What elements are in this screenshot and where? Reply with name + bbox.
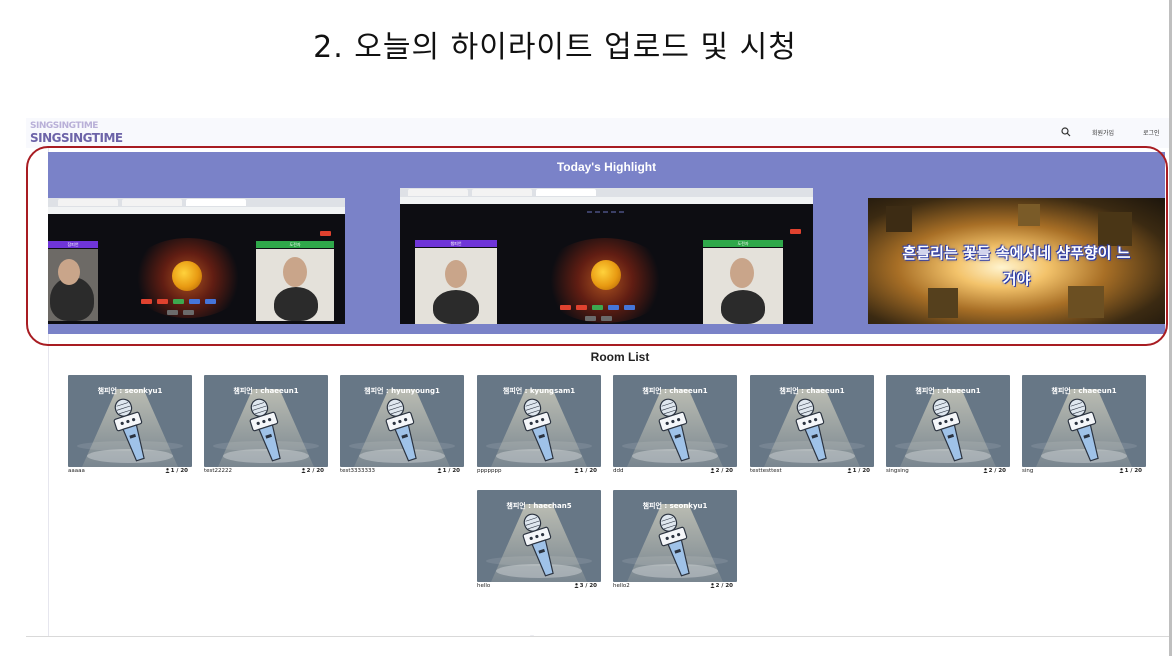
room-card[interactable]: 챔피언 : chaeeun1 sing 1 / 20 (1022, 375, 1146, 478)
room-count-text: 1 / 20 (170, 468, 188, 474)
room-thumbnail[interactable]: 챔피언 : chaeeun1 (613, 375, 737, 467)
microphone-icon (658, 513, 690, 577)
room-count-text: 2 / 20 (715, 583, 733, 589)
person-icon (574, 583, 579, 588)
room-count-text: 2 / 20 (988, 468, 1006, 474)
room-participant-count: 1 / 20 (1119, 468, 1142, 474)
room-card[interactable]: 챔피언 : chaeeun1 singsing 2 / 20 (886, 375, 1010, 478)
room-card[interactable]: 챔피언 : kyungsam1 ppppppp 1 / 20 (477, 375, 601, 478)
microphone-icon (522, 398, 554, 462)
logo[interactable]: SINGSINGTIME SINGSINGTIME (30, 121, 123, 147)
room-name: singsing (886, 468, 909, 474)
room-thumbnail[interactable]: 챔피언 : chaeeun1 (204, 375, 328, 467)
microphone-icon (1067, 398, 1099, 462)
room-thumbnail[interactable]: 챔피언 : chaeeun1 (750, 375, 874, 467)
room-participant-count: 1 / 20 (847, 468, 870, 474)
room-count-text: 1 / 20 (852, 468, 870, 474)
room-card[interactable]: 챔피언 : hyunyoung1 test3333333 1 / 20 (340, 375, 464, 478)
room-name: ppppppp (477, 468, 502, 474)
person-icon (710, 583, 715, 588)
top-navbar: SINGSINGTIME SINGSINGTIME 회원가입 로그인 (26, 118, 1169, 148)
slide-title: 2. 오늘의 하이라이트 업로드 및 시청 (313, 30, 797, 65)
room-name: test22222 (204, 468, 233, 474)
room-name: hello (477, 583, 491, 589)
room-thumbnail[interactable]: 챔피언 : chaeeun1 (1022, 375, 1146, 467)
room-name: testtesttest (750, 468, 782, 474)
room-name: sing (1022, 468, 1034, 474)
room-thumbnail[interactable]: 챔피언 : kyungsam1 (477, 375, 601, 467)
signup-link[interactable]: 회원가입 (1092, 128, 1114, 137)
room-participant-count: 2 / 20 (983, 468, 1006, 474)
room-list-title: Room List (590, 350, 650, 364)
room-participant-count: 2 / 20 (301, 468, 324, 474)
microphone-icon (522, 513, 554, 577)
room-participant-count: 1 / 20 (165, 468, 188, 474)
room-count-text: 3 / 20 (579, 583, 597, 589)
room-thumbnail[interactable]: 챔피언 : chaeeun1 (886, 375, 1010, 467)
microphone-icon (385, 398, 417, 462)
room-count-text: 1 / 20 (579, 468, 597, 474)
person-icon (437, 468, 442, 473)
room-card[interactable]: 챔피언 : seonkyu1 hello2 2 / 20 (613, 490, 737, 593)
room-name: test3333333 (340, 468, 376, 474)
room-participant-count: 2 / 20 (710, 583, 733, 589)
room-thumbnail[interactable]: 챔피언 : seonkyu1 (613, 490, 737, 582)
login-link[interactable]: 로그인 (1143, 128, 1160, 137)
room-name: ddd (613, 468, 624, 474)
person-icon (165, 468, 170, 473)
room-participant-count: 1 / 20 (574, 468, 597, 474)
room-count-text: 1 / 20 (1124, 468, 1142, 474)
room-card[interactable]: 챔피언 : haechan5 hello 3 / 20 (477, 490, 601, 593)
room-participant-count: 3 / 20 (574, 583, 597, 589)
logo-line-main: SINGSINGTIME (30, 131, 123, 145)
room-count-text: 1 / 20 (442, 468, 460, 474)
room-card[interactable]: 챔피언 : seonkyu1 aaaaa 1 / 20 (68, 375, 192, 478)
room-card[interactable]: 챔피언 : chaeeun1 testtesttest 1 / 20 (750, 375, 874, 478)
person-icon (574, 468, 579, 473)
room-card[interactable]: 챔피언 : chaeeun1 test22222 2 / 20 (204, 375, 328, 478)
microphone-icon (931, 398, 963, 462)
person-icon (301, 468, 306, 473)
room-thumbnail[interactable]: 챔피언 : hyunyoung1 (340, 375, 464, 467)
microphone-icon (658, 398, 690, 462)
room-count-text: 2 / 20 (306, 468, 324, 474)
person-icon (983, 468, 988, 473)
room-name: aaaaa (68, 468, 85, 474)
microphone-icon (249, 398, 281, 462)
microphone-icon (113, 398, 145, 462)
footer-text: — (530, 633, 534, 638)
annotation-outline (26, 146, 1168, 346)
person-icon (1119, 468, 1124, 473)
room-participant-count: 2 / 20 (710, 468, 733, 474)
room-thumbnail[interactable]: 챔피언 : haechan5 (477, 490, 601, 582)
microphone-icon (795, 398, 827, 462)
room-participant-count: 1 / 20 (437, 468, 460, 474)
room-name: hello2 (613, 583, 630, 589)
person-icon (710, 468, 715, 473)
search-icon[interactable] (1060, 126, 1072, 138)
logo-line-top: SINGSINGTIME (30, 121, 98, 131)
person-icon (847, 468, 852, 473)
room-thumbnail[interactable]: 챔피언 : seonkyu1 (68, 375, 192, 467)
room-count-text: 2 / 20 (715, 468, 733, 474)
room-card[interactable]: 챔피언 : chaeeun1 ddd 2 / 20 (613, 375, 737, 478)
